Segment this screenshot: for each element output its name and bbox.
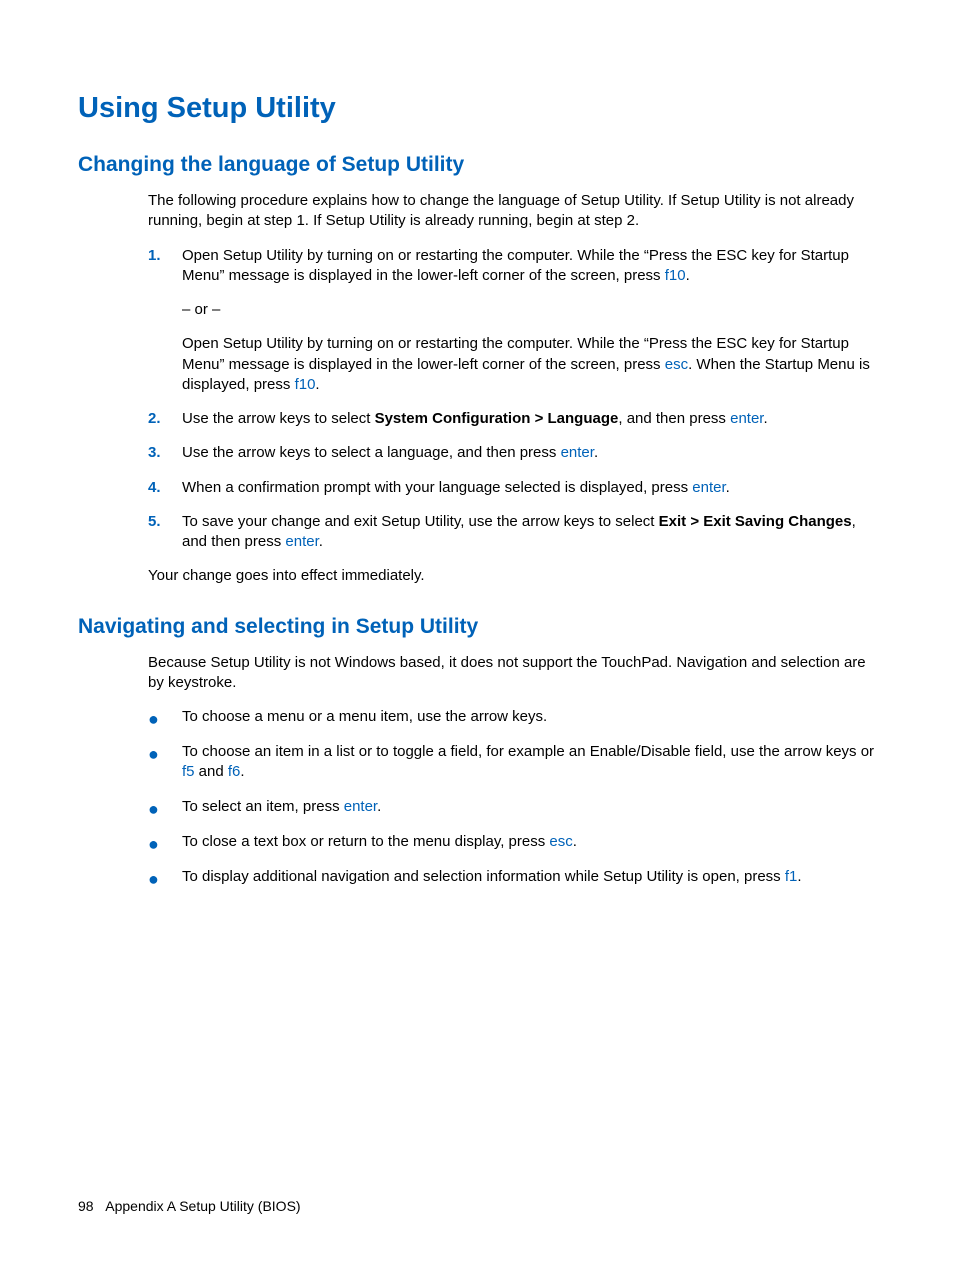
bullet-list: ● To choose a menu or a menu item, use t… (148, 707, 876, 888)
step-number: 1. (148, 246, 182, 396)
list-item: ● To close a text box or return to the m… (148, 832, 876, 853)
step-3: 3. Use the arrow keys to select a langua… (148, 443, 876, 463)
step-number: 2. (148, 409, 182, 429)
key-enter: enter (692, 479, 725, 496)
section-body-1: The following procedure explains how to … (148, 191, 876, 587)
section-heading-navigating: Navigating and selecting in Setup Utilit… (78, 615, 876, 639)
key-enter: enter (285, 533, 318, 550)
step-number: 4. (148, 478, 182, 498)
key-enter: enter (730, 410, 763, 427)
key-f10: f10 (295, 376, 316, 393)
step-text: Open Setup Utility by turning on or rest… (182, 246, 876, 396)
document-page: Using Setup Utility Changing the languag… (0, 0, 954, 952)
list-item: ● To choose a menu or a menu item, use t… (148, 707, 876, 728)
key-f5: f5 (182, 763, 195, 780)
section-heading-language: Changing the language of Setup Utility (78, 153, 876, 177)
step-1: 1. Open Setup Utility by turning on or r… (148, 246, 876, 396)
section-navigating: Navigating and selecting in Setup Utilit… (78, 615, 876, 888)
list-item: ● To display additional navigation and s… (148, 867, 876, 888)
key-f6: f6 (228, 763, 241, 780)
bullet-icon: ● (148, 797, 182, 818)
step-text: Use the arrow keys to select System Conf… (182, 409, 876, 429)
ordered-steps: 1. Open Setup Utility by turning on or r… (148, 246, 876, 553)
step-alt: Open Setup Utility by turning on or rest… (182, 334, 876, 395)
page-footer: 98 Appendix A Setup Utility (BIOS) (78, 1198, 301, 1214)
step-text: To save your change and exit Setup Utili… (182, 512, 876, 553)
appendix-label: Appendix A Setup Utility (BIOS) (105, 1198, 300, 1214)
key-f10: f10 (665, 267, 686, 284)
bullet-icon: ● (148, 707, 182, 728)
bullet-text: To choose an item in a list or to toggle… (182, 742, 876, 783)
page-title: Using Setup Utility (78, 92, 876, 125)
step-number: 3. (148, 443, 182, 463)
key-enter: enter (344, 798, 377, 815)
step-text: Use the arrow keys to select a language,… (182, 443, 876, 463)
outro-paragraph: Your change goes into effect immediately… (148, 566, 876, 586)
section-body-2: Because Setup Utility is not Windows bas… (148, 653, 876, 888)
intro-paragraph-2: Because Setup Utility is not Windows bas… (148, 653, 876, 694)
key-f1: f1 (785, 868, 798, 885)
bullet-icon: ● (148, 742, 182, 783)
bullet-text: To display additional navigation and sel… (182, 867, 876, 888)
key-enter: enter (561, 444, 594, 461)
bullet-icon: ● (148, 867, 182, 888)
bullet-icon: ● (148, 832, 182, 853)
key-esc: esc (549, 833, 572, 850)
key-esc: esc (665, 356, 688, 373)
or-separator: – or – (182, 300, 876, 320)
list-item: ● To choose an item in a list or to togg… (148, 742, 876, 783)
intro-paragraph: The following procedure explains how to … (148, 191, 876, 232)
step-5: 5. To save your change and exit Setup Ut… (148, 512, 876, 553)
step-4: 4. When a confirmation prompt with your … (148, 478, 876, 498)
bullet-text: To select an item, press enter. (182, 797, 876, 818)
page-number: 98 (78, 1198, 94, 1214)
bullet-text: To close a text box or return to the men… (182, 832, 876, 853)
menu-path: Exit > Exit Saving Changes (659, 513, 852, 530)
step-text: When a confirmation prompt with your lan… (182, 478, 876, 498)
step-number: 5. (148, 512, 182, 553)
bullet-text: To choose a menu or a menu item, use the… (182, 707, 876, 728)
menu-path: System Configuration > Language (375, 410, 619, 427)
step-2: 2. Use the arrow keys to select System C… (148, 409, 876, 429)
list-item: ● To select an item, press enter. (148, 797, 876, 818)
